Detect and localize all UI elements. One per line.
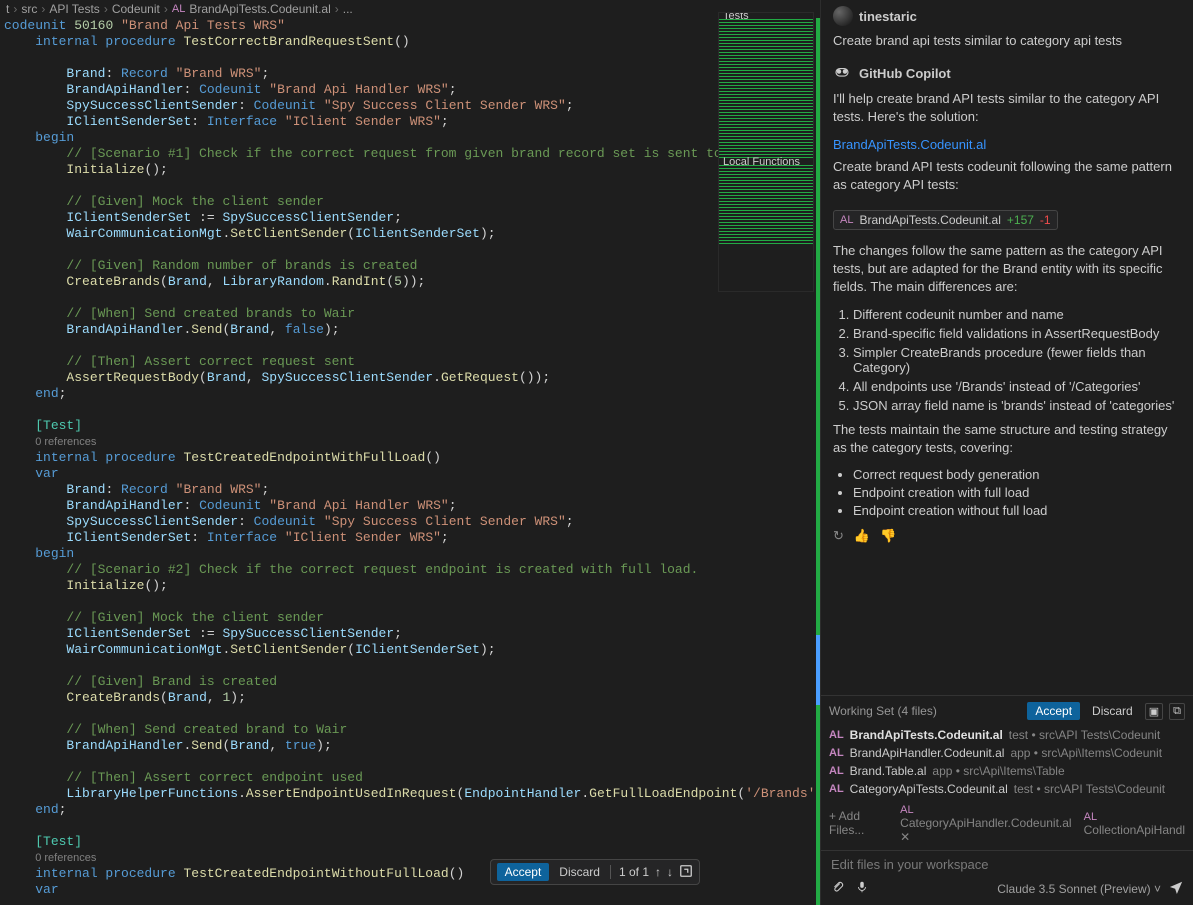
list-item: Endpoint creation without full load <box>853 503 1181 518</box>
suggestion-counter: 1 of 1 <box>610 865 649 879</box>
al-file-icon: AL <box>829 729 844 741</box>
removed-lines: -1 <box>1040 213 1051 227</box>
retry-icon[interactable]: ↻ <box>833 528 844 544</box>
assistant-text: The changes follow the same pattern as t… <box>833 242 1181 297</box>
crumb[interactable]: src <box>21 2 37 16</box>
al-file-icon: AL <box>172 3 185 15</box>
copilot-icon <box>833 64 851 82</box>
assistant-text: Create brand API tests codeunit followin… <box>833 158 1181 194</box>
file-link[interactable]: BrandApiTests.Codeunit.al <box>833 137 986 152</box>
numbered-list: Different codeunit number and name Brand-… <box>853 307 1181 413</box>
working-set-file[interactable]: AL Brand.Table.al app • src\Api\Items\Ta… <box>829 762 1185 780</box>
list-item: Correct request body generation <box>853 467 1181 482</box>
code-editor[interactable]: codeunit 50160 "Brand Api Tests WRS" int… <box>0 18 823 905</box>
microphone-icon[interactable] <box>855 880 869 897</box>
accept-button[interactable]: Accept <box>1027 702 1080 720</box>
crumb[interactable]: t <box>6 2 9 16</box>
assistant-text: The tests maintain the same structure an… <box>833 421 1181 457</box>
crumb[interactable]: ... <box>343 2 353 16</box>
chat-user-header: tinestaric <box>833 6 1181 26</box>
al-file-icon: AL <box>829 747 844 759</box>
crumb[interactable]: API Tests <box>49 2 99 16</box>
username: tinestaric <box>859 9 917 24</box>
added-lines: +157 <box>1007 213 1034 227</box>
chip-file: BrandApiTests.Codeunit.al <box>859 213 1000 227</box>
list-item: Endpoint creation with full load <box>853 485 1181 500</box>
overview-ruler[interactable] <box>816 18 820 905</box>
al-file-icon: AL <box>840 214 853 226</box>
crumb[interactable]: BrandApiTests.Codeunit.al <box>189 2 330 16</box>
copilot-header: GitHub Copilot <box>833 64 1181 82</box>
context-file[interactable]: CollectionApiHandl <box>1084 823 1185 837</box>
bullet-list: Correct request body generation Endpoint … <box>853 467 1181 518</box>
arrow-up-icon[interactable]: ↑ <box>655 865 661 879</box>
context-file[interactable]: CategoryApiHandler.Codeunit.al <box>900 816 1071 830</box>
popout-icon[interactable] <box>679 864 693 881</box>
chat-input[interactable]: Edit files in your workspace <box>831 857 1183 872</box>
working-set-file[interactable]: AL BrandApiHandler.Codeunit.al app • src… <box>829 744 1185 762</box>
avatar <box>833 6 853 26</box>
working-set: Working Set (4 files) Accept Discard ▣ ⧉… <box>821 695 1193 850</box>
discard-button[interactable]: Discard <box>555 863 604 881</box>
code-body[interactable]: codeunit 50160 "Brand Api Tests WRS" int… <box>0 18 820 905</box>
thumbs-down-icon[interactable]: 👎 <box>880 528 896 544</box>
accept-button[interactable]: Accept <box>497 863 550 881</box>
minimap-section: Local Functions <box>719 159 813 165</box>
al-file-icon: AL <box>1084 811 1097 823</box>
working-set-file[interactable]: AL BrandApiTests.Codeunit.al test • src\… <box>829 726 1185 744</box>
working-set-title: Working Set (4 files) <box>829 704 937 718</box>
arrow-down-icon[interactable]: ↓ <box>667 865 673 879</box>
close-icon[interactable]: ✕ <box>900 830 910 844</box>
model-picker[interactable]: Claude 3.5 Sonnet (Preview) ˅ <box>997 882 1161 896</box>
layout-icon[interactable]: ▣ <box>1145 703 1163 720</box>
thumbs-up-icon[interactable]: 👍 <box>854 528 870 544</box>
send-icon[interactable] <box>1169 880 1183 897</box>
crumb[interactable]: Codeunit <box>112 2 160 16</box>
popout-icon[interactable]: ⧉ <box>1169 703 1185 720</box>
breadcrumb[interactable]: t› src› API Tests› Codeunit› AL BrandApi… <box>0 0 820 18</box>
al-file-icon: AL <box>900 804 913 816</box>
attach-icon[interactable] <box>831 880 845 897</box>
inline-suggestion-toolbar: Accept Discard 1 of 1 ↑ ↓ <box>490 859 700 885</box>
discard-button[interactable]: Discard <box>1086 702 1139 720</box>
list-item: All endpoints use '/Brands' instead of '… <box>853 379 1181 394</box>
list-item: Brand-specific field validations in Asse… <box>853 326 1181 341</box>
assistant-name: GitHub Copilot <box>859 66 951 81</box>
list-item: JSON array field name is 'brands' instea… <box>853 398 1181 413</box>
scroll-thumb[interactable] <box>816 635 820 705</box>
message-actions: ↻ 👍 👎 <box>833 528 1181 544</box>
assistant-text: I'll help create brand API tests similar… <box>833 90 1181 126</box>
list-item: Simpler CreateBrands procedure (fewer fi… <box>853 345 1181 375</box>
chevron-down-icon: ˅ <box>1154 882 1161 896</box>
al-file-icon: AL <box>829 765 844 777</box>
file-diff-chip[interactable]: AL BrandApiTests.Codeunit.al +157 -1 <box>833 210 1058 230</box>
list-item: Different codeunit number and name <box>853 307 1181 322</box>
minimap[interactable]: Tests Local Functions <box>718 12 814 292</box>
add-files-button[interactable]: + Add Files... <box>829 809 888 837</box>
chat-input-area: Edit files in your workspace Claude 3.5 … <box>821 850 1193 905</box>
working-set-file[interactable]: AL CategoryApiTests.Codeunit.al test • s… <box>829 780 1185 798</box>
user-message: Create brand api tests similar to catego… <box>833 32 1181 50</box>
al-file-icon: AL <box>829 783 844 795</box>
copilot-chat-pane: tinestaric Create brand api tests simila… <box>820 0 1193 905</box>
editor-pane: t› src› API Tests› Codeunit› AL BrandApi… <box>0 0 820 905</box>
